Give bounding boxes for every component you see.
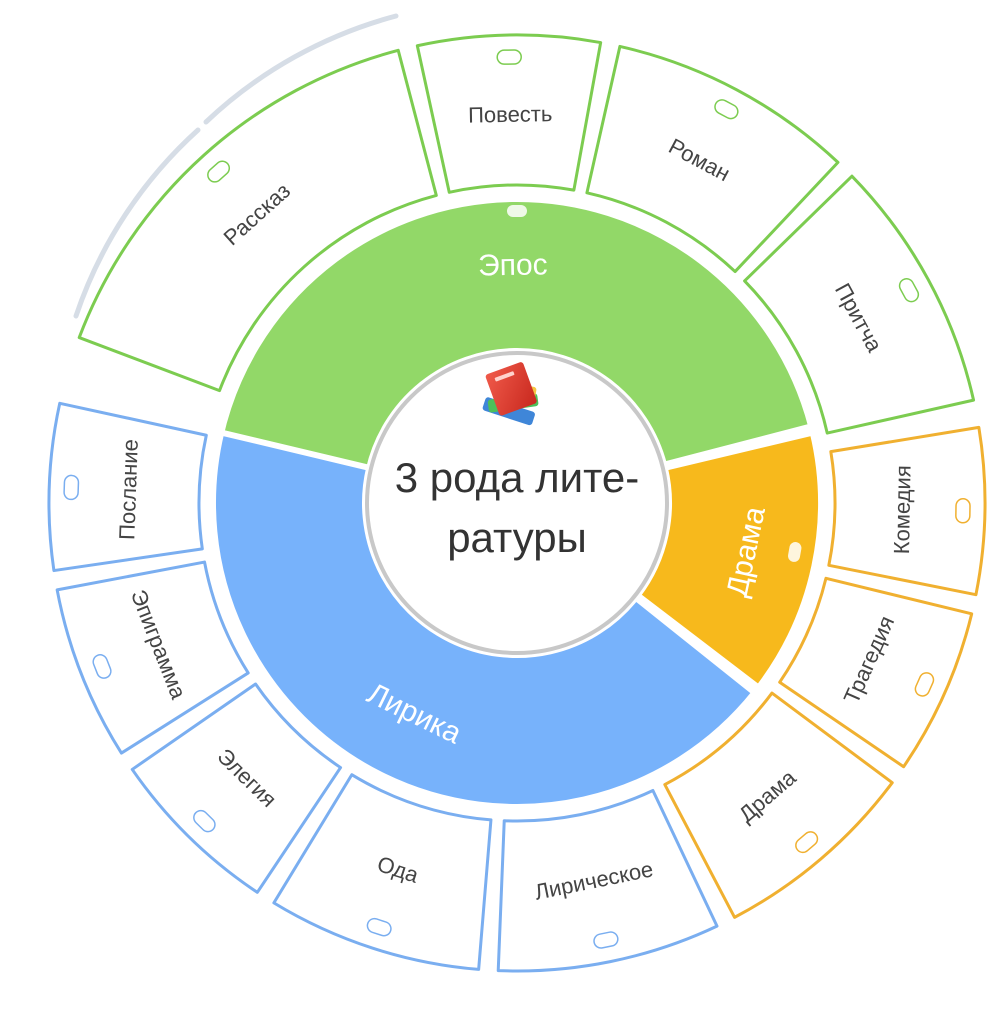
center-hub: 3 рода лите- ратуры — [365, 351, 669, 655]
expand-toggle-lyrics-4[interactable] — [63, 474, 80, 501]
expand-toggle-epos-1[interactable] — [496, 49, 522, 65]
center-title-line2: ратуры — [447, 514, 587, 561]
genre-label-epos: Эпос — [478, 248, 548, 282]
subgenre-label-drama-0: Комедия — [889, 465, 916, 554]
collapse-toggle-epos[interactable] — [507, 205, 527, 217]
center-title-line1: 3 рода лите- — [395, 454, 639, 501]
subgenre-label-epos-1: Повесть — [468, 101, 553, 127]
literature-genres-wheel: РассказПовестьРоманПритчаКомедияТрагедия… — [47, 13, 987, 973]
expand-toggle-drama-0[interactable] — [955, 498, 971, 524]
subgenre-label-lyrics-4: Послание — [114, 439, 143, 541]
